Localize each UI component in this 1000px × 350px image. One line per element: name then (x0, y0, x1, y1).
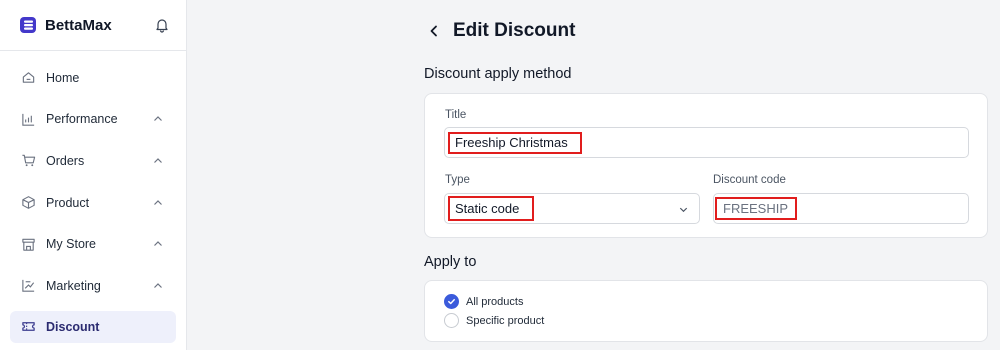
chevron-up-icon[interactable] (152, 113, 164, 125)
discount-code-input[interactable]: FREESHIP (713, 193, 969, 224)
chevron-up-icon[interactable] (152, 280, 164, 292)
sidebar-item-product[interactable]: Product (0, 182, 186, 224)
sidebar-item-label: Performance (46, 112, 118, 127)
chart-icon (20, 111, 36, 127)
home-icon (20, 70, 36, 86)
type-select[interactable]: Static code (444, 193, 700, 224)
title-label: Title (445, 109, 467, 121)
page-header: Edit Discount (427, 20, 575, 42)
chevron-up-icon[interactable] (152, 238, 164, 250)
radio-label: Specific product (466, 314, 545, 327)
sidebar-item-label: Home (46, 70, 80, 85)
radio-label: All products (466, 295, 524, 308)
back-arrow-icon[interactable] (427, 24, 441, 38)
apply-to-card: All products Specific product (424, 280, 988, 342)
highlight-box (715, 197, 797, 220)
chevron-up-icon[interactable] (152, 155, 164, 167)
sidebar-item-discount[interactable]: Discount (10, 310, 176, 343)
chevron-down-icon[interactable] (678, 204, 689, 215)
brand-header: BettaMax (0, 0, 186, 51)
highlight-box (448, 196, 534, 221)
sidebar-item-label: My Store (46, 237, 97, 252)
chevron-up-icon[interactable] (152, 197, 164, 209)
apply-method-card: Title Freeship Christmas Type Static cod… (424, 93, 988, 238)
radio-all-products[interactable]: All products (444, 294, 523, 309)
highlight-box (448, 132, 582, 154)
sidebar-item-label: Marketing (46, 278, 101, 293)
type-label: Type (445, 174, 470, 186)
main-content: Edit Discount Discount apply method Titl… (187, 0, 1000, 350)
sidebar-item-label: Discount (46, 319, 100, 334)
sidebar-item-label: Product (46, 195, 90, 210)
discount-code-label: Discount code (713, 174, 786, 186)
radio-unchecked-icon[interactable] (444, 313, 459, 328)
radio-specific-product[interactable]: Specific product (444, 313, 544, 328)
sidebar-nav: Home Performance Orders Product My Store… (0, 51, 186, 343)
marketing-icon (20, 278, 36, 294)
section-heading-apply-to: Apply to (424, 254, 477, 270)
brand-name: BettaMax (45, 16, 112, 34)
sidebar-item-performance[interactable]: Performance (0, 99, 186, 141)
brand-logo-icon (20, 17, 36, 33)
sidebar-item-marketing[interactable]: Marketing (0, 265, 186, 307)
sidebar: BettaMax Home Performance Orders Product… (0, 0, 187, 350)
sidebar-item-my-store[interactable]: My Store (0, 223, 186, 265)
store-icon (20, 236, 36, 252)
sidebar-item-label: Orders (46, 153, 85, 168)
sidebar-item-home[interactable]: Home (0, 57, 186, 99)
sidebar-item-orders[interactable]: Orders (0, 140, 186, 182)
section-heading-apply-method: Discount apply method (424, 66, 572, 82)
bell-icon[interactable] (154, 17, 170, 33)
radio-checked-icon[interactable] (444, 294, 459, 309)
title-input[interactable]: Freeship Christmas (444, 127, 969, 158)
page-title: Edit Discount (453, 20, 576, 41)
cart-icon (20, 153, 36, 169)
box-icon (20, 195, 36, 211)
ticket-icon (20, 319, 36, 335)
